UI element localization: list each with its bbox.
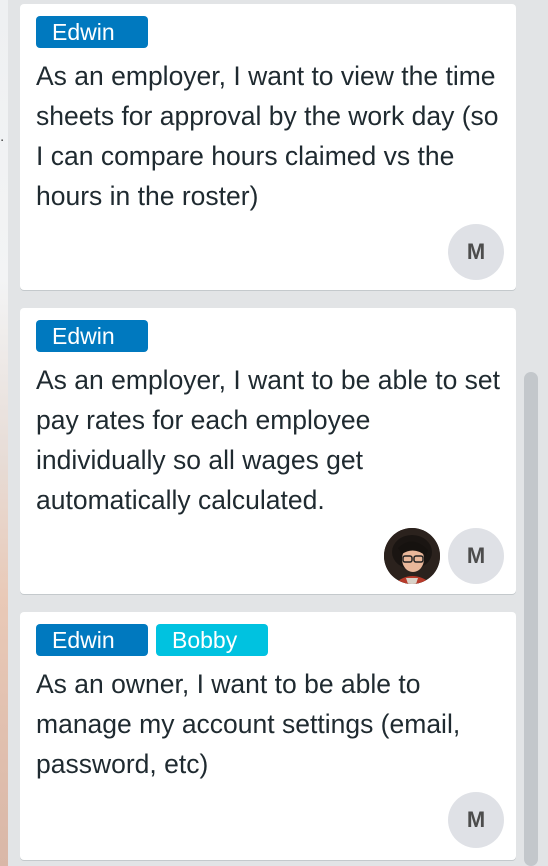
card[interactable]: Edwin As an employer, I want to be able … [20, 308, 516, 594]
card-members: M [448, 792, 504, 848]
person-photo-icon [384, 528, 440, 584]
member-photo-avatar[interactable] [384, 528, 440, 584]
member-avatar[interactable]: M [448, 224, 504, 280]
edge-fragment: ˙ [0, 137, 6, 157]
label-bobby: Bobby [156, 624, 268, 656]
card-title: As an employer, I want to view the time … [36, 61, 499, 211]
card[interactable]: Edwin Bobby As an owner, I want to be ab… [20, 612, 516, 860]
card-labels: Edwin [36, 320, 148, 352]
card-labels: Edwin Bobby [36, 624, 268, 656]
label-edwin: Edwin [36, 16, 148, 48]
card[interactable]: Edwin As an employer, I want to view the… [20, 4, 516, 290]
label-edwin: Edwin [36, 624, 148, 656]
card-members: M [384, 528, 504, 584]
scrollbar-thumb[interactable] [524, 372, 538, 866]
card-title: As an owner, I want to be able to manage… [36, 669, 461, 779]
member-avatar[interactable]: M [448, 792, 504, 848]
board-edge: ˙ [0, 0, 8, 866]
member-avatar[interactable]: M [448, 528, 504, 584]
card-title: As an employer, I want to be able to set… [36, 365, 501, 515]
label-edwin: Edwin [36, 320, 148, 352]
card-members: M [448, 224, 504, 280]
card-labels: Edwin [36, 16, 148, 48]
